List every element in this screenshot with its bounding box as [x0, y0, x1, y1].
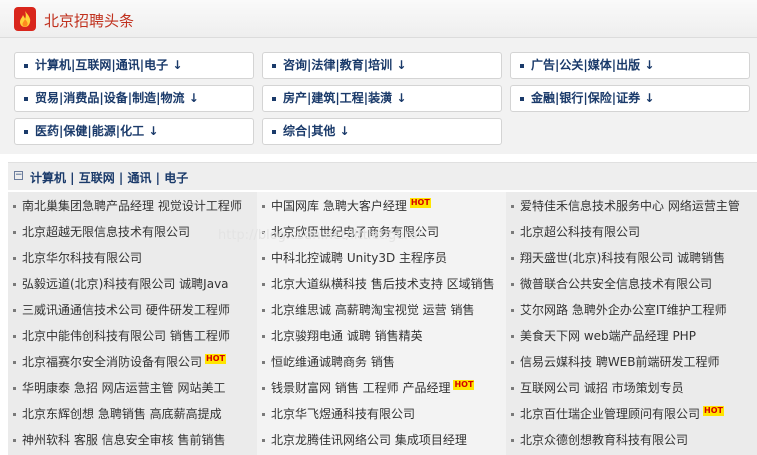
job-listing-text: 三威讯通通信技术公司 硬件研发工程师 — [22, 303, 230, 317]
job-listing-text: 微普联合公共安全信息技术有限公司 — [520, 277, 713, 291]
job-listings: 南北巢集团急聘产品经理 视觉设计工程师 北京超越无限信息技术有限公司 北京华尔科技有… — [8, 192, 757, 455]
job-listing-item[interactable]: 北京众德创想教育科技有限公司 — [506, 427, 757, 453]
job-listing-item[interactable]: 恒屹维通诚聘商务 销售 — [257, 349, 506, 375]
job-listing-text: 北京骏翔电通 诚聘 销售精英 — [271, 329, 423, 343]
job-listing-text: 南北巢集团急聘产品经理 视觉设计工程师 — [22, 199, 242, 213]
page-title: 北京招聘头条 — [44, 12, 135, 30]
job-listing-item[interactable]: 北京维思诚 高薪聘淘宝视觉 运营 销售 — [257, 297, 506, 323]
job-listing-item[interactable]: 微普联合公共安全信息技术有限公司 — [506, 271, 757, 297]
hot-badge: HOT — [409, 198, 431, 208]
job-listing-text: 北京东辉创想 急聘销售 高底薪高提成 — [22, 407, 222, 421]
job-listing-text: 北京超公科技有限公司 — [520, 225, 641, 239]
job-listing-item[interactable]: 信易云媒科技 聘WEB前端研发工程师 — [506, 349, 757, 375]
job-listing-text: 恒屹维通诚聘商务 销售 — [271, 355, 395, 369]
job-listing-item[interactable]: 神州软科 客服 信息安全审核 售前销售 — [8, 427, 257, 453]
job-listing-text: 爱特佳禾信息技术服务中心 网络运营主管 — [520, 199, 740, 213]
job-listing-text: 互联网公司 诚招 市场策划专员 — [520, 381, 684, 395]
hot-badge: HOT — [453, 380, 475, 390]
job-listing-item[interactable]: 北京大道纵横科技 售后技术支持 区域销售 — [257, 271, 506, 297]
job-listing-item[interactable]: 翔天盛世(北京)科技有限公司 诚聘销售 — [506, 245, 757, 271]
job-listing-text: 中国网库 急聘大客户经理 — [271, 199, 407, 213]
job-listing-item[interactable]: 艾尔网路 急聘外企办公室IT维护工程师 — [506, 297, 757, 323]
job-listing-text: 北京华飞煜通科技有限公司 — [271, 407, 416, 421]
hot-badge: HOT — [703, 406, 724, 416]
job-listing-text: 艾尔网路 急聘外企办公室IT维护工程师 — [520, 303, 727, 317]
job-listing-item[interactable]: 北京龙腾佳讯网络公司 集成项目经理 — [257, 427, 506, 453]
job-listing-text: 中科北控诚聘 Unity3D 主程序员 — [271, 251, 448, 265]
category-button-consulting[interactable]: 咨询|法律|教育|培训 ↓ — [262, 52, 502, 79]
job-listing-item[interactable]: 北京骏翔电通 诚聘 销售精英 — [257, 323, 506, 349]
job-listing-text: 华明康泰 急招 网店运营主管 网站美工 — [22, 381, 226, 395]
job-listing-item[interactable]: 北京中能伟创科技有限公司 销售工程师 — [8, 323, 257, 349]
category-button-it[interactable]: 计算机|互联网|通讯|电子 ↓ — [14, 52, 254, 79]
job-listing-item[interactable]: 北京东辉创想 急聘销售 高底薪高提成 — [8, 401, 257, 427]
section-header: − 计算机 | 互联网 | 通讯 | 电子 — [8, 162, 757, 190]
job-listing-item[interactable]: 北京华尔科技有限公司 — [8, 245, 257, 271]
job-listing-text: 北京龙腾佳讯网络公司 集成项目经理 — [271, 433, 467, 447]
job-listing-text: 北京众德创想教育科技有限公司 — [520, 433, 689, 447]
job-listing-text: 北京百仕瑞企业管理顾问有限公司 — [520, 407, 701, 421]
section-title: 计算机 | 互联网 | 通讯 | 电子 — [30, 171, 189, 185]
job-listing-item[interactable]: 钱景财富网 销售 工程师 产品经理 HOT — [257, 375, 506, 401]
job-listing-item[interactable]: 美食天下网 web端产品经理 PHP — [506, 323, 757, 349]
hot-badge: HOT — [205, 354, 226, 364]
listing-column-2: 中国网库 急聘大客户经理 HOT 北京欣臣世纪电子商务有限公司 中科北控诚聘 Unit… — [257, 192, 506, 455]
job-listing-item[interactable]: 中科北控诚聘 Unity3D 主程序员 — [257, 245, 506, 271]
job-listing-text: 北京大道纵横科技 售后技术支持 区域销售 — [271, 277, 495, 291]
job-listing-item[interactable]: 北京华飞煜通科技有限公司 — [257, 401, 506, 427]
job-listing-item[interactable]: 北京百仕瑞企业管理顾问有限公司 HOT — [506, 401, 757, 427]
job-listing-item[interactable]: 北京福赛尔安全消防设备有限公司 HOT — [8, 349, 257, 375]
category-button-trade[interactable]: 贸易|消费品|设备|制造|物流 ↓ — [14, 85, 254, 112]
job-listing-text: 北京华尔科技有限公司 — [22, 251, 143, 265]
job-listing-text: 北京福赛尔安全消防设备有限公司 — [22, 355, 203, 369]
job-listing-text: 神州软科 客服 信息安全审核 售前销售 — [22, 433, 226, 447]
job-listing-item[interactable]: 互联网公司 诚招 市场策划专员 — [506, 375, 757, 401]
listing-column-1: 南北巢集团急聘产品经理 视觉设计工程师 北京超越无限信息技术有限公司 北京华尔科技有… — [8, 192, 257, 455]
job-listing-item[interactable]: 南北巢集团急聘产品经理 视觉设计工程师 — [8, 193, 257, 219]
category-button-other[interactable]: 综合|其他 ↓ — [262, 118, 502, 145]
job-listing-text: 北京中能伟创科技有限公司 销售工程师 — [22, 329, 230, 343]
job-listing-item[interactable]: 中国网库 急聘大客户经理 HOT — [257, 193, 506, 219]
category-button-medical[interactable]: 医药|保健|能源|化工 ↓ — [14, 118, 254, 145]
job-listing-text: 北京维思诚 高薪聘淘宝视觉 运营 销售 — [271, 303, 475, 317]
job-listing-text: 北京欣臣世纪电子商务有限公司 — [271, 225, 440, 239]
job-listing-item[interactable]: 北京欣臣世纪电子商务有限公司 — [257, 219, 506, 245]
job-listing-text: 弘毅远道(北京)科技有限公司 诚聘Java — [22, 277, 229, 291]
job-listing-item[interactable]: 华明康泰 急招 网店运营主管 网站美工 — [8, 375, 257, 401]
job-listing-item[interactable]: 北京超公科技有限公司 — [506, 219, 757, 245]
job-listing-item[interactable]: 弘毅远道(北京)科技有限公司 诚聘Java — [8, 271, 257, 297]
job-listing-text: 翔天盛世(北京)科技有限公司 诚聘销售 — [520, 251, 726, 265]
category-button-finance[interactable]: 金融|银行|保险|证券 ↓ — [510, 85, 750, 112]
category-panel: 计算机|互联网|通讯|电子 ↓ 咨询|法律|教育|培训 ↓ 广告|公关|媒体|出… — [0, 38, 757, 154]
job-listing-text: 信易云媒科技 聘WEB前端研发工程师 — [520, 355, 720, 369]
job-listing-text: 北京超越无限信息技术有限公司 — [22, 225, 191, 239]
collapse-icon[interactable]: − — [14, 171, 23, 180]
job-listing-text: 美食天下网 web端产品经理 PHP — [520, 329, 696, 343]
flame-icon — [14, 7, 36, 31]
category-button-advertising[interactable]: 广告|公关|媒体|出版 ↓ — [510, 52, 750, 79]
job-listing-text: 钱景财富网 销售 工程师 产品经理 — [271, 381, 451, 395]
category-button-realestate[interactable]: 房产|建筑|工程|装潢 ↓ — [262, 85, 502, 112]
job-listing-item[interactable]: 三威讯通通信技术公司 硬件研发工程师 — [8, 297, 257, 323]
page-header: 北京招聘头条 — [0, 0, 757, 38]
job-listing-item[interactable]: 北京超越无限信息技术有限公司 — [8, 219, 257, 245]
listing-column-3: 爱特佳禾信息技术服务中心 网络运营主管 北京超公科技有限公司翔天盛世(北京)科技有… — [506, 192, 757, 455]
job-listing-item[interactable]: 爱特佳禾信息技术服务中心 网络运营主管 — [506, 193, 757, 219]
